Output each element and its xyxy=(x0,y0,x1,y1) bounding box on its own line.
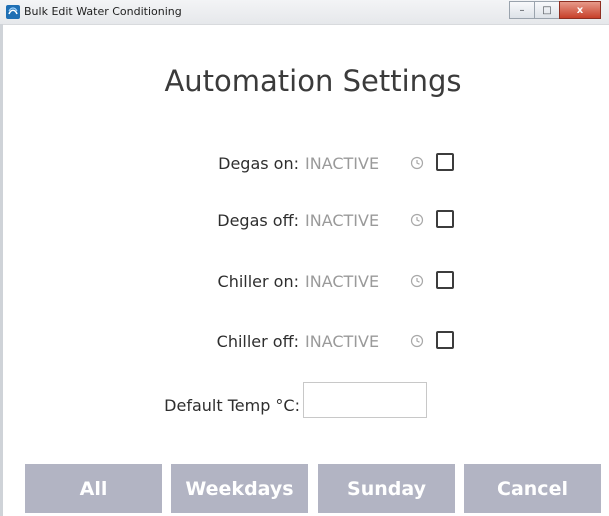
degas-off-checkbox[interactable] xyxy=(436,210,454,228)
chiller-on-status: INACTIVE xyxy=(305,272,380,291)
automation-row-chiller-on: Chiller on: INACTIVE xyxy=(0,270,609,294)
clock-icon[interactable] xyxy=(410,213,424,227)
bulk-edit-window: Bulk Edit Water Conditioning – □ x Autom… xyxy=(0,0,609,516)
minimize-button[interactable]: – xyxy=(509,1,535,19)
default-temp-input[interactable] xyxy=(303,382,427,418)
chiller-off-label: Chiller off: xyxy=(216,332,299,351)
maximize-button[interactable]: □ xyxy=(534,1,560,19)
degas-on-label: Degas on: xyxy=(218,154,299,173)
automation-row-degas-off: Degas off: INACTIVE xyxy=(0,209,609,233)
all-button[interactable]: All xyxy=(25,464,162,513)
chiller-on-label: Chiller on: xyxy=(217,272,299,291)
clock-icon[interactable] xyxy=(410,334,424,348)
page-title: Automation Settings xyxy=(164,64,462,98)
clock-icon[interactable] xyxy=(410,274,424,288)
clock-icon[interactable] xyxy=(410,156,424,170)
degas-on-status: INACTIVE xyxy=(305,154,380,173)
default-temp-label: Default Temp °C: xyxy=(164,396,300,415)
chiller-off-checkbox[interactable] xyxy=(436,331,454,349)
window-title: Bulk Edit Water Conditioning xyxy=(24,5,182,18)
automation-row-degas-on: Degas on: INACTIVE xyxy=(0,152,609,176)
chiller-off-status: INACTIVE xyxy=(305,332,380,351)
title-bar[interactable]: Bulk Edit Water Conditioning – □ x xyxy=(0,0,609,25)
cancel-button[interactable]: Cancel xyxy=(464,464,601,513)
sunday-button[interactable]: Sunday xyxy=(318,464,455,513)
close-button[interactable]: x xyxy=(559,1,601,19)
degas-on-checkbox[interactable] xyxy=(436,153,454,171)
chiller-on-checkbox[interactable] xyxy=(436,271,454,289)
degas-off-status: INACTIVE xyxy=(305,211,380,230)
automation-row-chiller-off: Chiller off: INACTIVE xyxy=(0,330,609,354)
app-icon xyxy=(6,5,20,19)
degas-off-label: Degas off: xyxy=(217,211,299,230)
window-controls: – □ x xyxy=(509,1,601,19)
weekdays-button[interactable]: Weekdays xyxy=(171,464,308,513)
